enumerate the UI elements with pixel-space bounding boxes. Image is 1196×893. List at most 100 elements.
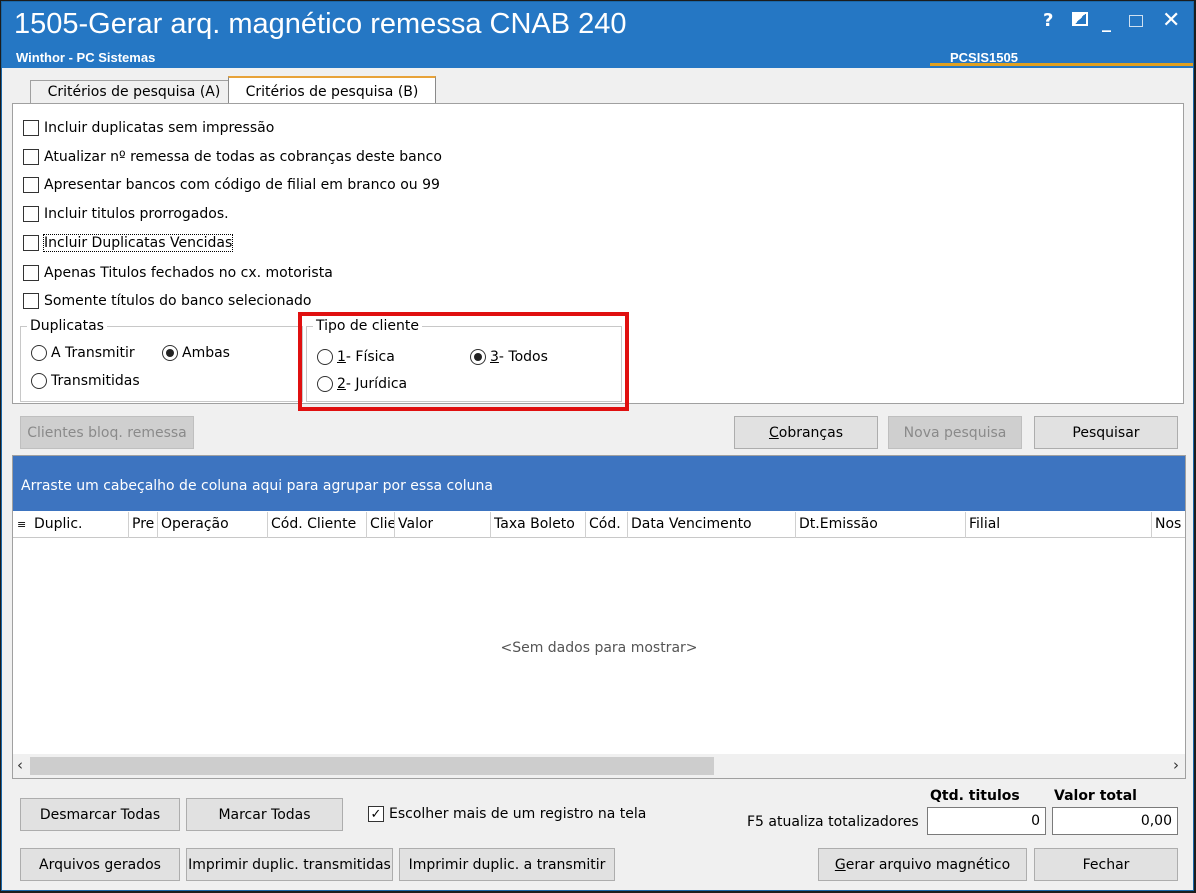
- radio-label: A Transmitir: [51, 345, 135, 361]
- checkbox[interactable]: [23, 149, 39, 165]
- column-header[interactable]: Operação: [161, 516, 229, 532]
- checkbox-row[interactable]: Apresentar bancos com código de filial e…: [23, 175, 440, 195]
- valor-total-field[interactable]: 0,00: [1052, 807, 1178, 835]
- radio-label: Transmitidas: [51, 373, 140, 389]
- checkbox-label: Apenas Titulos fechados no cx. motorista: [44, 265, 333, 281]
- column-header[interactable]: Data Vencimento: [631, 516, 752, 532]
- close-button[interactable]: ✕: [1162, 8, 1180, 33]
- checkbox-row[interactable]: Incluir titulos prorrogados.: [23, 204, 229, 224]
- pesquisar-button[interactable]: Pesquisar: [1034, 416, 1178, 449]
- column-header-row: ≡ Duplic. Pre Operação Cód. Cliente Clie…: [13, 512, 1185, 538]
- restore-icon[interactable]: [1072, 12, 1088, 26]
- horizontal-scrollbar[interactable]: ‹ ›: [13, 754, 1185, 778]
- nova-pesquisa-button[interactable]: Nova pesquisa: [888, 416, 1022, 449]
- checkbox[interactable]: [23, 265, 39, 281]
- imprimir-transmitidas-button[interactable]: Imprimir duplic. transmitidas: [186, 848, 393, 881]
- column-header[interactable]: Dt.Emissão: [799, 516, 878, 532]
- column-separator[interactable]: [965, 512, 966, 538]
- column-separator[interactable]: [1151, 512, 1152, 538]
- tab-criterios-b[interactable]: Critérios de pesquisa (B): [228, 76, 436, 104]
- cobrancas-button[interactable]: Cobranças: [734, 416, 878, 449]
- maximize-icon[interactable]: [1129, 15, 1143, 27]
- checkbox-row[interactable]: Incluir duplicatas sem impressão: [23, 118, 274, 138]
- checkbox-row[interactable]: Apenas Titulos fechados no cx. motorista: [23, 263, 333, 283]
- column-header[interactable]: Duplic.: [34, 516, 82, 532]
- scrollbar-thumb[interactable]: [30, 757, 714, 775]
- minimize-button[interactable]: _: [1102, 12, 1111, 33]
- radio-a-transmitir[interactable]: A Transmitir: [31, 345, 135, 361]
- checkbox[interactable]: [23, 120, 39, 136]
- radio-label: Ambas: [182, 345, 230, 361]
- radio-button[interactable]: [162, 345, 178, 361]
- checkbox[interactable]: [23, 206, 39, 222]
- group-by-panel[interactable]: Arraste um cabeçalho de coluna aqui para…: [13, 456, 1185, 511]
- gerar-key: G: [834, 856, 846, 873]
- gerar-arquivo-button[interactable]: Gerar arquivo magnético: [818, 848, 1027, 881]
- f5-label: F5 atualiza totalizadores: [747, 814, 919, 830]
- help-button[interactable]: ?: [1043, 10, 1053, 31]
- window-subtitle: Winthor - PC Sistemas: [16, 50, 156, 65]
- escolher-checkbox-row[interactable]: ✓ Escolher mais de um registro na tela: [368, 804, 646, 824]
- column-separator[interactable]: [795, 512, 796, 538]
- empty-grid-message: <Sem dados para mostrar>: [500, 640, 698, 656]
- column-header[interactable]: Pre: [132, 516, 156, 532]
- duplicatas-group: Duplicatas A Transmitir Ambas Transmitid…: [20, 318, 303, 402]
- window-title: 1505-Gerar arq. magnético remessa CNAB 2…: [14, 8, 627, 40]
- radio-button[interactable]: [31, 373, 47, 389]
- imprimir-a-transmitir-button[interactable]: Imprimir duplic. a transmitir: [399, 848, 615, 881]
- program-code-strip: PCSIS1505: [930, 49, 1193, 66]
- checkbox[interactable]: [23, 235, 39, 251]
- column-header[interactable]: Filial: [969, 516, 1000, 532]
- gerar-label: erar arquivo magnético: [845, 856, 1011, 873]
- cobrancas-key: C: [768, 424, 779, 441]
- column-separator[interactable]: [267, 512, 268, 538]
- column-header[interactable]: Cód. Cliente: [271, 516, 356, 532]
- column-header[interactable]: Nos: [1155, 516, 1185, 532]
- column-header[interactable]: Cód.: [589, 516, 629, 532]
- checkbox-label: Incluir titulos prorrogados.: [44, 206, 229, 222]
- checkbox-checked[interactable]: ✓: [368, 806, 384, 822]
- clientes-bloq-remessa-button[interactable]: Clientes bloq. remessa: [20, 416, 194, 449]
- checkbox[interactable]: [23, 293, 39, 309]
- column-header[interactable]: Valor: [398, 516, 433, 532]
- fechar-button[interactable]: Fechar: [1034, 848, 1178, 881]
- qtd-titulos-label: Qtd. titulos: [930, 788, 1020, 804]
- checkbox[interactable]: [23, 177, 39, 193]
- column-header[interactable]: Clie: [370, 516, 394, 532]
- desmarcar-todas-button[interactable]: Desmarcar Todas: [20, 798, 180, 831]
- column-header[interactable]: Taxa Boleto: [494, 516, 575, 532]
- scroll-right-icon[interactable]: ›: [1173, 756, 1179, 774]
- main-window: 1505-Gerar arq. magnético remessa CNAB 2…: [1, 1, 1194, 891]
- valor-total-label: Valor total: [1054, 788, 1137, 804]
- results-grid: Arraste um cabeçalho de coluna aqui para…: [12, 455, 1186, 779]
- column-separator[interactable]: [585, 512, 586, 538]
- qtd-titulos-field[interactable]: 0: [927, 807, 1046, 835]
- checkbox-label: Somente títulos do banco selecionado: [44, 293, 312, 309]
- scroll-left-icon[interactable]: ‹: [17, 756, 23, 774]
- column-separator[interactable]: [394, 512, 395, 538]
- checkbox-row[interactable]: Atualizar nº remessa de todas as cobranç…: [23, 147, 442, 167]
- marcar-todas-button[interactable]: Marcar Todas: [186, 798, 343, 831]
- tab-criterios-a[interactable]: Critérios de pesquisa (A): [30, 80, 238, 104]
- checkbox-row[interactable]: Somente títulos do banco selecionado: [23, 291, 312, 311]
- checkbox-label: Apresentar bancos com código de filial e…: [44, 177, 440, 193]
- checkbox-row[interactable]: Incluir Duplicatas Vencidas: [23, 233, 234, 253]
- column-separator[interactable]: [627, 512, 628, 538]
- highlight-box: [298, 312, 629, 411]
- radio-transmitidas[interactable]: Transmitidas: [31, 373, 140, 389]
- column-chooser-icon[interactable]: ≡: [17, 518, 26, 531]
- column-separator[interactable]: [490, 512, 491, 538]
- cobrancas-label: obranças: [778, 424, 843, 441]
- checkbox-label: Incluir Duplicatas Vencidas: [42, 234, 234, 252]
- program-code: PCSIS1505: [950, 50, 1018, 65]
- duplicatas-group-title: Duplicatas: [27, 318, 107, 334]
- radio-button[interactable]: [31, 345, 47, 361]
- checkbox-label: Incluir duplicatas sem impressão: [44, 120, 275, 136]
- radio-ambas[interactable]: Ambas: [162, 345, 230, 361]
- title-bar[interactable]: 1505-Gerar arq. magnético remessa CNAB 2…: [2, 2, 1193, 68]
- arquivos-gerados-button[interactable]: Arquivos gerados: [20, 848, 180, 881]
- checkbox-label: Atualizar nº remessa de todas as cobranç…: [44, 149, 442, 165]
- column-separator[interactable]: [366, 512, 367, 538]
- column-separator[interactable]: [157, 512, 158, 538]
- column-separator[interactable]: [128, 512, 129, 538]
